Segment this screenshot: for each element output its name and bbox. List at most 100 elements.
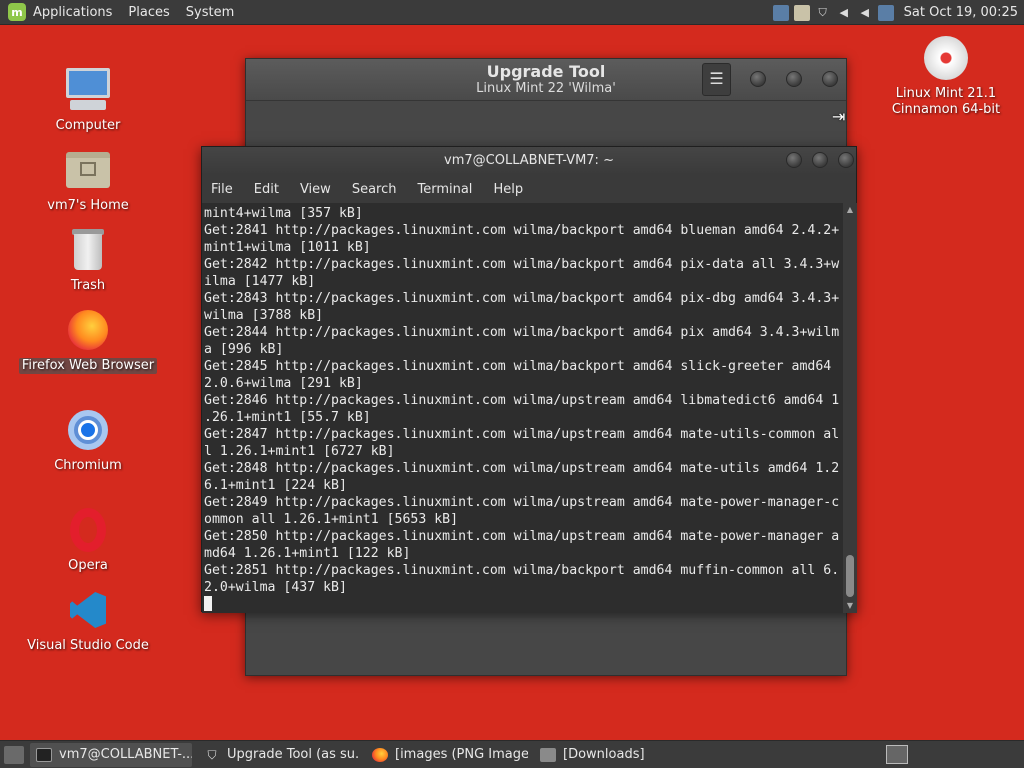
desktop-icon-label: Visual Studio Code xyxy=(27,638,149,653)
taskbar-item-downloads[interactable]: [Downloads] xyxy=(534,743,696,767)
close-button[interactable] xyxy=(838,152,854,168)
trash-icon xyxy=(64,226,112,274)
terminal-titlebar[interactable]: vm7@COLLABNET-VM7: ~ xyxy=(202,147,856,175)
taskbar-item-label: Upgrade Tool (as su... xyxy=(227,747,360,762)
desktop-icon-vscode[interactable]: Visual Studio Code xyxy=(18,586,158,654)
top-panel: m Applications Places System ⛉ ◀ ◀ Sat O… xyxy=(0,0,1024,25)
terminal-line: Get:2841 http://packages.linuxmint.com w… xyxy=(204,223,840,238)
update-manager-icon[interactable] xyxy=(793,4,810,21)
firefox-icon xyxy=(372,747,388,762)
minimize-button[interactable] xyxy=(750,71,766,87)
terminal-output[interactable]: mint4+wilma [357 kB] Get:2841 http://pac… xyxy=(202,203,843,613)
minimize-button[interactable] xyxy=(786,152,802,168)
hamburger-menu-icon[interactable]: ☰ xyxy=(702,63,731,96)
menu-system[interactable]: System xyxy=(186,5,234,20)
terminal-line: wilma [3788 kB] xyxy=(204,308,324,323)
terminal-line: a [996 kB] xyxy=(204,342,284,357)
scroll-down-icon[interactable]: ▼ xyxy=(845,601,855,610)
menu-help[interactable]: Help xyxy=(493,182,523,197)
firefox-icon xyxy=(64,306,112,354)
terminal-line: Get:2846 http://packages.linuxmint.com w… xyxy=(204,393,840,408)
desktop-icon-label: Trash xyxy=(70,278,106,293)
shield-icon: ⛉ xyxy=(207,747,217,762)
menu-view[interactable]: View xyxy=(300,182,331,197)
menu-terminal[interactable]: Terminal xyxy=(417,182,472,197)
mouse-pointer-icon: ⇥ xyxy=(832,107,846,126)
terminal-prompt-line xyxy=(204,596,843,613)
close-button[interactable] xyxy=(822,71,838,87)
terminal-line: Get:2848 http://packages.linuxmint.com w… xyxy=(204,461,840,476)
terminal-line: Get:2850 http://packages.linuxmint.com w… xyxy=(204,529,840,544)
desktop-icon-chromium[interactable]: Chromium xyxy=(18,406,158,474)
opera-icon xyxy=(64,506,112,554)
show-desktop-icon[interactable] xyxy=(4,745,24,764)
terminal-line: Get:2845 http://packages.linuxmint.com w… xyxy=(204,359,832,374)
folder-icon xyxy=(540,747,556,762)
terminal-line: 6.1+mint1 [224 kB] xyxy=(204,478,347,493)
upgrade-tool-header: Upgrade Tool Linux Mint 22 'Wilma' ☰ xyxy=(246,59,846,101)
system-tray: ⛉ ◀ ◀ Sat Oct 19, 00:25 xyxy=(768,0,1024,25)
terminal-line: mint1+wilma [1011 kB] xyxy=(204,240,371,255)
terminal-line: Get:2843 http://packages.linuxmint.com w… xyxy=(204,291,840,306)
terminal-line: Get:2844 http://packages.linuxmint.com w… xyxy=(204,325,840,340)
taskbar-item-terminal[interactable]: vm7@COLLABNET-... xyxy=(30,742,192,767)
scrollbar-thumb[interactable] xyxy=(846,555,854,597)
computer-icon xyxy=(64,66,112,114)
clock[interactable]: Sat Oct 19, 00:25 xyxy=(904,5,1018,20)
terminal-line: .26.1+mint1 [55.7 kB] xyxy=(204,410,371,425)
sound-icon[interactable]: ◀ xyxy=(836,5,852,21)
taskbar-item-upgrade-tool[interactable]: ⛉ Upgrade Tool (as su... xyxy=(198,743,360,767)
terminal-scrollbar[interactable]: ▲ ▼ xyxy=(843,203,857,613)
taskbar-item-label: vm7@COLLABNET-... xyxy=(59,747,192,762)
desktop-icon-trash[interactable]: Trash xyxy=(18,226,158,294)
terminal-line: 2.0.6+wilma [291 kB] xyxy=(204,376,363,391)
terminal-line: Get:2842 http://packages.linuxmint.com w… xyxy=(204,257,840,272)
scroll-up-icon[interactable]: ▲ xyxy=(845,205,855,214)
menu-search[interactable]: Search xyxy=(352,182,397,197)
desktop-icon-firefox[interactable]: Firefox Web Browser xyxy=(18,306,158,374)
chromium-icon xyxy=(64,406,112,454)
desktop-icon-computer[interactable]: Computer xyxy=(18,66,158,134)
taskbar-item-firefox[interactable]: [images (PNG Image... xyxy=(366,743,528,767)
workspace-switcher[interactable] xyxy=(886,745,908,764)
terminal-line: Get:2847 http://packages.linuxmint.com w… xyxy=(204,427,840,442)
terminal-menubar: File Edit View Search Terminal Help xyxy=(202,175,856,203)
disc-label-line1: Linux Mint 21.1 xyxy=(895,86,997,101)
disc-icon xyxy=(922,34,970,82)
terminal-line: l 1.26.1+mint1 [6727 kB] xyxy=(204,444,395,459)
desktop-icon-label: Computer xyxy=(55,118,121,133)
taskbar-item-label: [images (PNG Image... xyxy=(395,747,528,762)
vscode-icon xyxy=(64,586,112,634)
shield-icon[interactable]: ⛉ xyxy=(815,5,831,21)
desktop-icon-label: Firefox Web Browser xyxy=(18,358,158,374)
volume-icon[interactable]: ◀ xyxy=(857,5,873,21)
taskbar: vm7@COLLABNET-... ⛉ Upgrade Tool (as su.… xyxy=(0,740,1024,768)
terminal-icon xyxy=(36,747,52,762)
terminal-line: md64 1.26.1+mint1 [122 kB] xyxy=(204,546,411,561)
terminal-line: Get:2851 http://packages.linuxmint.com w… xyxy=(204,563,840,578)
taskbar-item-label: [Downloads] xyxy=(563,747,645,762)
menu-applications[interactable]: Applications xyxy=(33,5,112,20)
menu-places[interactable]: Places xyxy=(128,5,169,20)
terminal-line: Get:2849 http://packages.linuxmint.com w… xyxy=(204,495,840,510)
maximize-button[interactable] xyxy=(786,71,802,87)
terminal-line: 2.0+wilma [437 kB] xyxy=(204,580,347,595)
terminal-title: vm7@COLLABNET-VM7: ~ xyxy=(444,153,614,168)
menu-edit[interactable]: Edit xyxy=(254,182,279,197)
desktop-icon-install-disc[interactable]: Linux Mint 21.1 Cinnamon 64-bit xyxy=(876,34,1016,118)
desktop-icon-label: Opera xyxy=(68,558,108,573)
terminal-window: vm7@COLLABNET-VM7: ~ File Edit View Sear… xyxy=(201,146,857,613)
home-folder-icon xyxy=(64,146,112,194)
network-icon[interactable] xyxy=(772,4,789,21)
desktop-icon-opera[interactable]: Opera xyxy=(18,506,158,574)
terminal-line: ommon all 1.26.1+mint1 [5653 kB] xyxy=(204,512,459,527)
network-connection-icon[interactable] xyxy=(877,4,894,21)
desktop-icon-home[interactable]: vm7's Home xyxy=(18,146,158,214)
menu-file[interactable]: File xyxy=(211,182,233,197)
maximize-button[interactable] xyxy=(812,152,828,168)
mint-menu-icon[interactable]: m xyxy=(8,3,26,21)
terminal-line: ilma [1477 kB] xyxy=(204,274,316,289)
desktop-icon-label: Chromium xyxy=(54,458,122,473)
disc-label-line2: Cinnamon 64-bit xyxy=(891,102,1001,117)
terminal-line: mint4+wilma [357 kB] xyxy=(204,206,363,221)
